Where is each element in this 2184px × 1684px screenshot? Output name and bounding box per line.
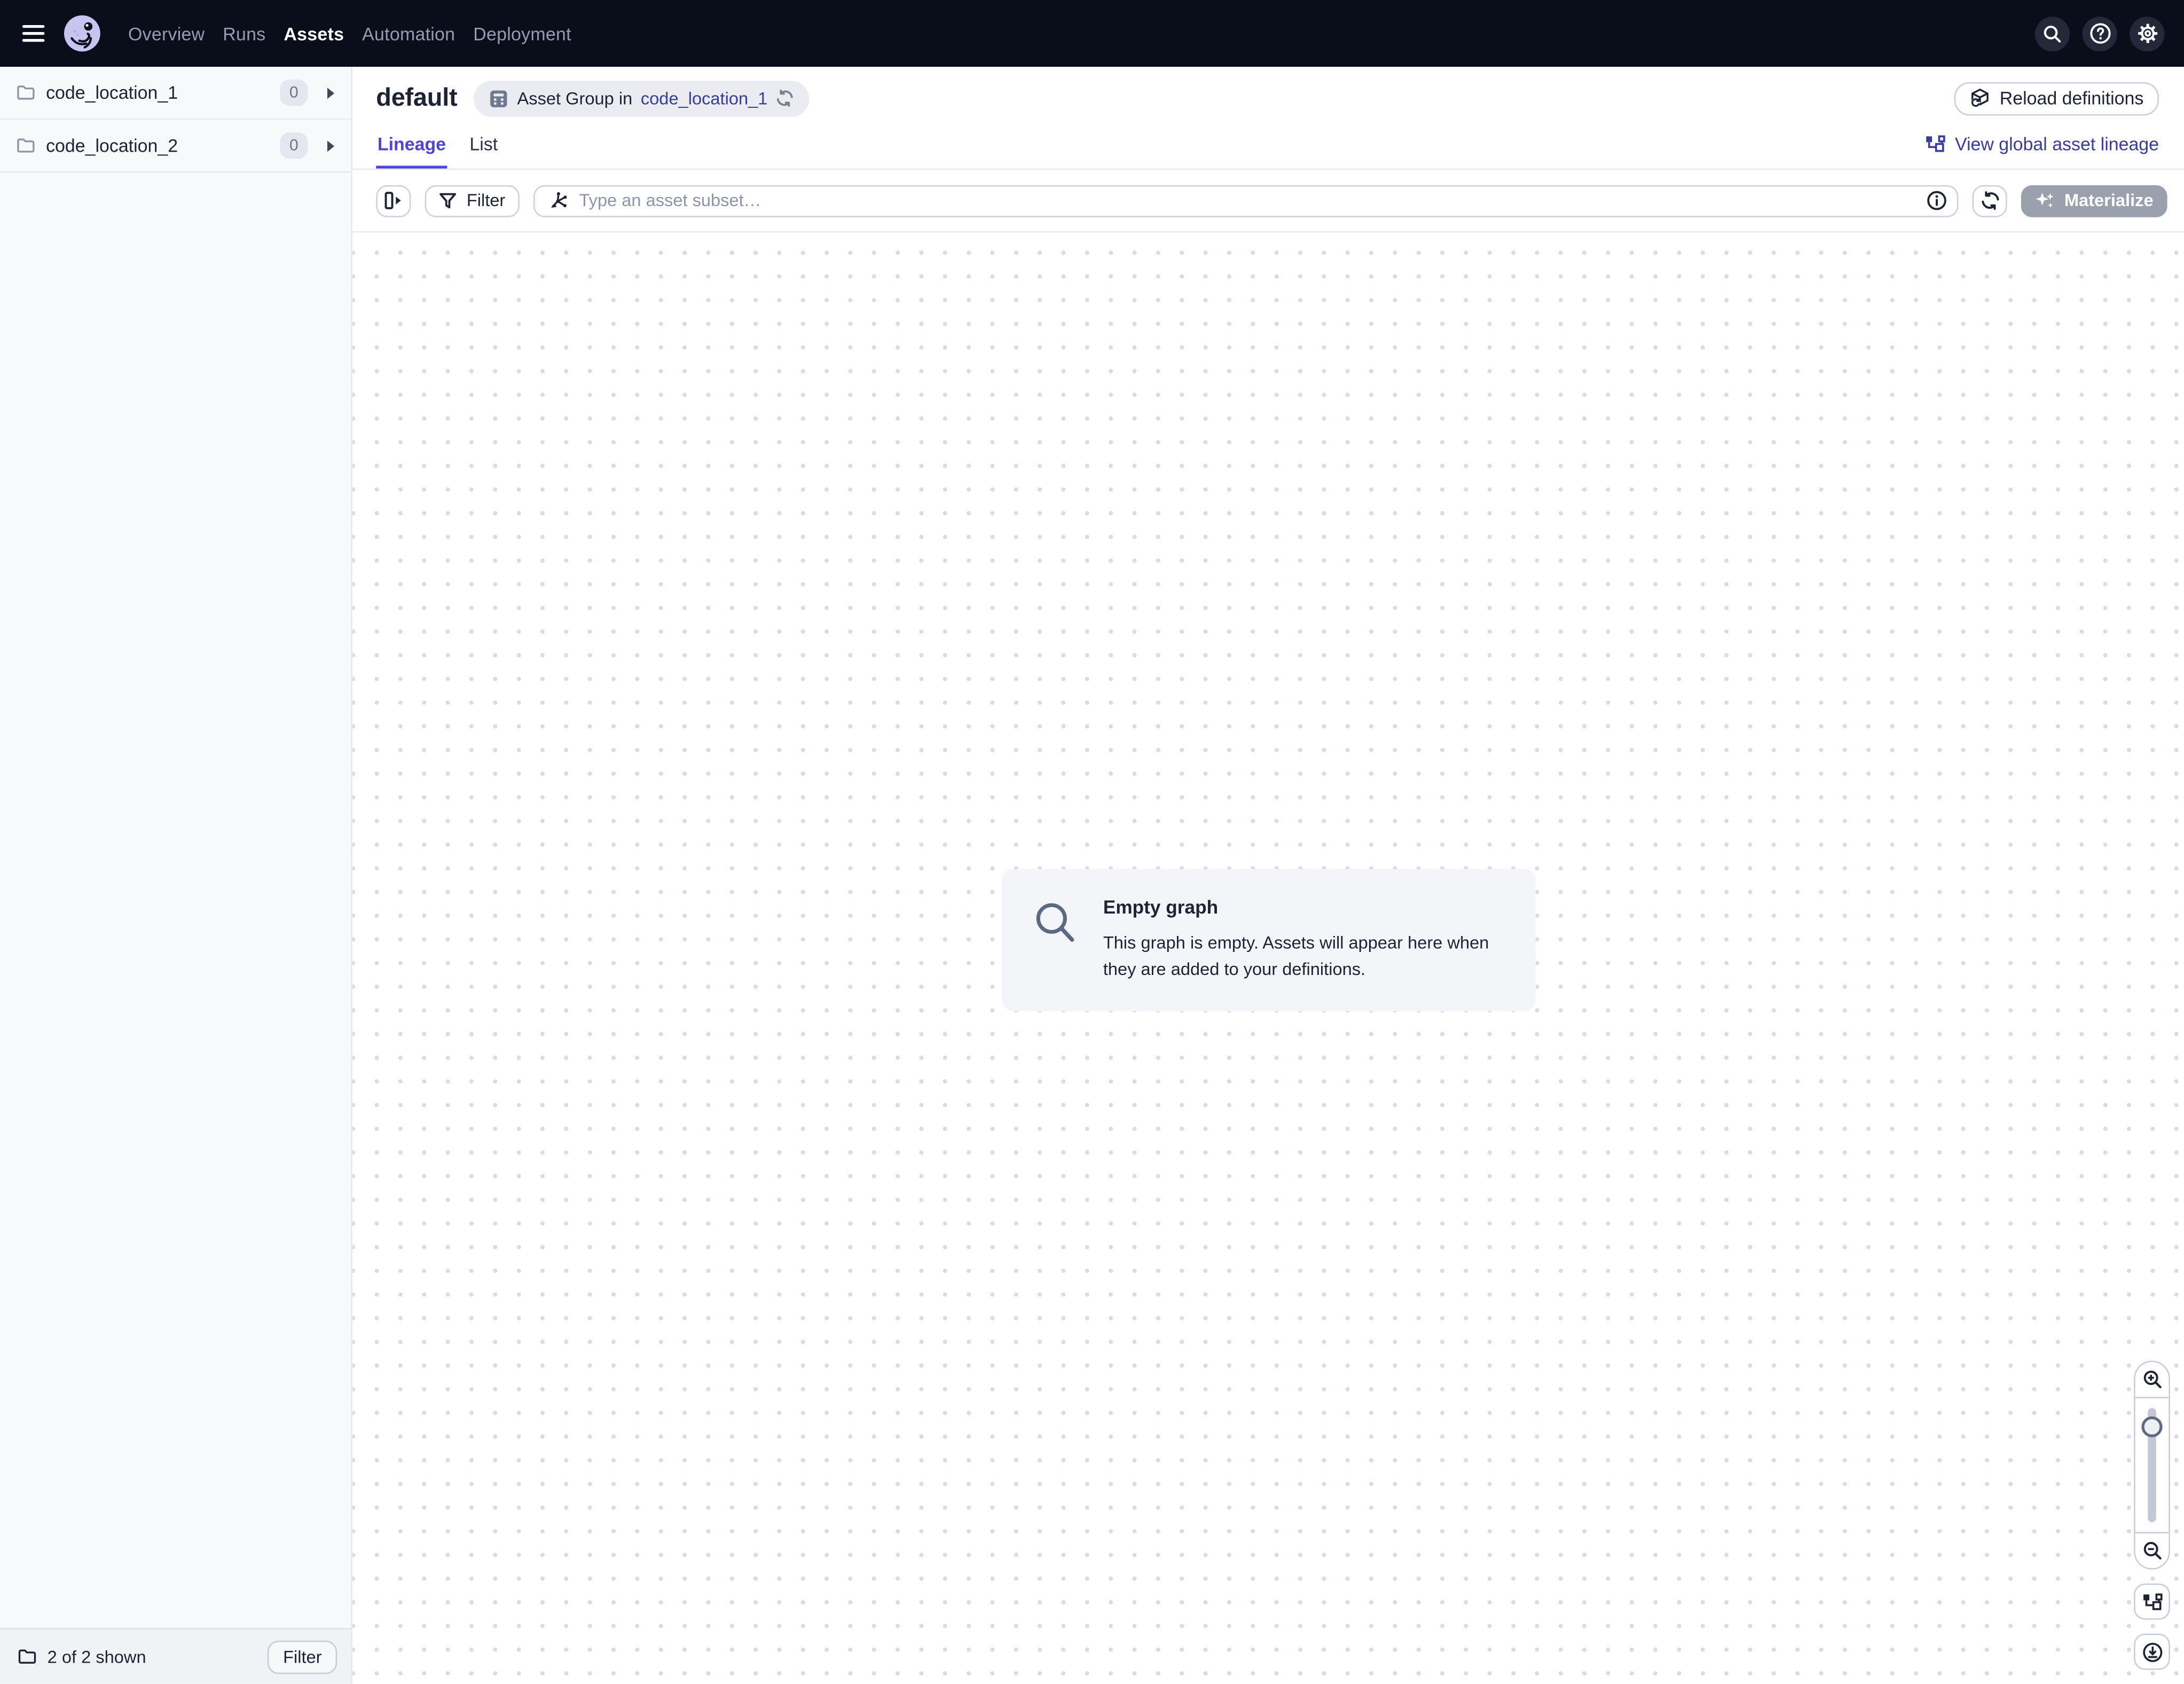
dagster-logo xyxy=(62,14,101,53)
sidebar-item-code-location-2[interactable]: code_location_2 0 xyxy=(0,120,351,172)
asset-group-badge: Asset Group in code_location_1 xyxy=(474,80,810,116)
magnifier-icon xyxy=(1032,900,1080,947)
caret-right-icon[interactable] xyxy=(327,140,334,151)
hamburger-menu-button[interactable] xyxy=(17,17,50,50)
empty-graph-title: Empty graph xyxy=(1103,897,1502,918)
zoom-slider[interactable] xyxy=(2135,1398,2169,1532)
download-image-button[interactable] xyxy=(2134,1634,2170,1670)
zoom-control xyxy=(2134,1360,2170,1569)
gear-icon xyxy=(2136,22,2158,45)
folder-icon xyxy=(17,85,35,100)
asset-count-badge: 0 xyxy=(280,80,308,106)
empty-graph-card: Empty graph This graph is empty. Assets … xyxy=(1001,869,1535,1011)
nav-actions xyxy=(2035,16,2165,51)
app-body: code_location_1 0 code_location_2 0 xyxy=(0,67,2184,1683)
badge-prefix: Asset Group in xyxy=(517,89,633,108)
top-nav: Overview Runs Assets Automation Deployme… xyxy=(0,0,2184,67)
lineage-toolbar: Filter xyxy=(352,170,2184,231)
sparkles-icon xyxy=(2035,191,2055,210)
refresh-icon xyxy=(776,89,794,107)
funnel-icon xyxy=(439,192,457,209)
tab-list[interactable]: List xyxy=(468,125,499,169)
page-header: default Asset Group in code_location_1 xyxy=(352,67,2184,170)
reload-definitions-label: Reload definitions xyxy=(2000,88,2144,108)
zoom-out-icon xyxy=(2141,1540,2162,1561)
folder-icon xyxy=(18,1649,36,1664)
nav-item-assets[interactable]: Assets xyxy=(284,23,344,44)
sidebar-footer: 2 of 2 shown Filter xyxy=(0,1628,351,1683)
asset-subset-input[interactable] xyxy=(579,191,1915,210)
sidebar-item-code-location-1[interactable]: code_location_1 0 xyxy=(0,67,351,120)
download-icon xyxy=(2141,1641,2162,1662)
main-panel: default Asset Group in code_location_1 xyxy=(352,67,2184,1683)
nav-item-deployment[interactable]: Deployment xyxy=(473,23,571,44)
org-chart-icon xyxy=(2141,1593,2162,1611)
sidebar-item-label: code_location_1 xyxy=(46,82,178,103)
page-title: default xyxy=(376,84,457,113)
asset-count-badge: 0 xyxy=(280,132,308,159)
asset-groups-sidebar: code_location_1 0 code_location_2 0 xyxy=(0,67,352,1683)
search-button[interactable] xyxy=(2035,16,2070,51)
nav-item-runs[interactable]: Runs xyxy=(223,23,265,44)
folder-icon xyxy=(17,138,35,153)
cube-reload-icon xyxy=(1969,88,1990,108)
zoom-in-icon xyxy=(2141,1369,2162,1390)
info-icon xyxy=(1927,190,1947,211)
empty-graph-description: This graph is empty. Assets will appear … xyxy=(1103,930,1502,982)
sidebar-filter-button[interactable]: Filter xyxy=(268,1640,337,1673)
view-global-asset-lineage-link[interactable]: View global asset lineage xyxy=(1924,133,2159,168)
asset-subset-input-wrap[interactable] xyxy=(533,185,1958,217)
materialize-button[interactable]: Materialize xyxy=(2021,185,2167,217)
help-button[interactable] xyxy=(2083,16,2117,51)
nav-item-automation[interactable]: Automation xyxy=(362,23,455,44)
caret-right-icon[interactable] xyxy=(327,87,334,98)
fit-graph-button[interactable] xyxy=(2134,1584,2170,1620)
lineage-canvas[interactable]: Empty graph This graph is empty. Assets … xyxy=(352,231,2184,1684)
tab-lineage[interactable]: Lineage xyxy=(376,125,447,169)
canvas-controls xyxy=(2134,1360,2170,1670)
refresh-button[interactable] xyxy=(1973,185,2007,217)
sidebar-item-label: code_location_2 xyxy=(46,135,178,156)
org-chart-icon xyxy=(1924,135,1945,153)
refresh-icon xyxy=(1980,191,2000,210)
selection-syntax-info-button[interactable] xyxy=(1927,190,1947,211)
zoom-out-button[interactable] xyxy=(2135,1532,2169,1568)
primary-nav: Overview Runs Assets Automation Deployme… xyxy=(128,23,571,44)
sidebar-rows: code_location_1 0 code_location_2 0 xyxy=(0,67,351,172)
nav-item-overview[interactable]: Overview xyxy=(128,23,205,44)
settings-button[interactable] xyxy=(2130,16,2164,51)
reload-definitions-button[interactable]: Reload definitions xyxy=(1954,82,2159,115)
search-icon xyxy=(2042,23,2063,44)
asset-group-icon xyxy=(489,89,509,108)
app-window: Overview Runs Assets Automation Deployme… xyxy=(0,0,2184,1684)
asset-subset-icon xyxy=(547,190,568,211)
zoom-slider-thumb[interactable] xyxy=(2141,1417,2162,1437)
help-icon xyxy=(2088,22,2111,45)
filter-button[interactable]: Filter xyxy=(425,185,520,217)
empty-graph-text: Empty graph This graph is empty. Assets … xyxy=(1103,897,1502,982)
code-location-link[interactable]: code_location_1 xyxy=(641,89,767,108)
tab-bar: Lineage List xyxy=(376,125,499,169)
shown-count-summary: 2 of 2 shown xyxy=(48,1647,146,1666)
zoom-in-button[interactable] xyxy=(2135,1362,2169,1398)
collapse-sidebar-button[interactable] xyxy=(376,185,411,217)
panel-toggle-icon xyxy=(383,191,404,210)
hamburger-icon xyxy=(22,25,45,28)
